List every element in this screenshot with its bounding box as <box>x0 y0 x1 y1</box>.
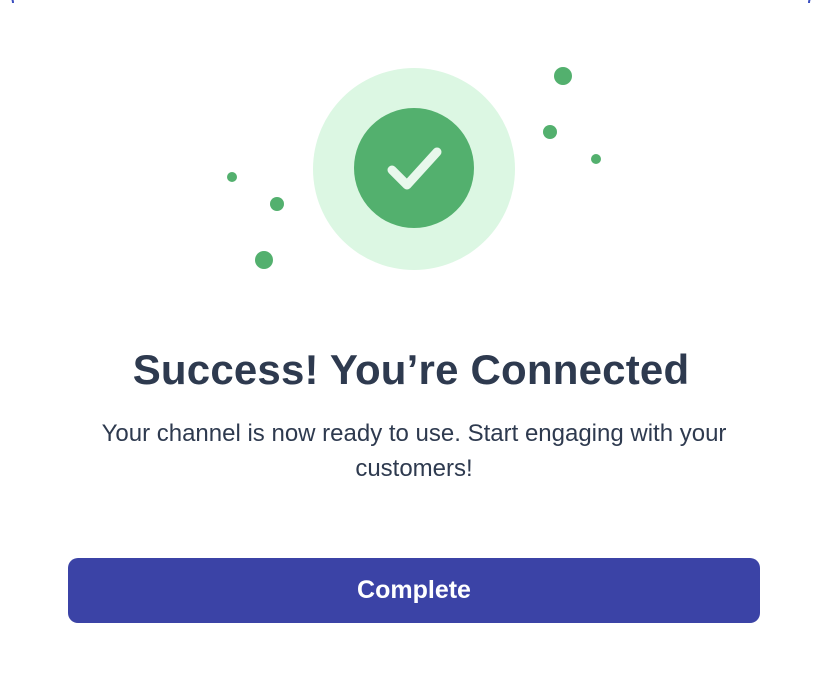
confetti-dot-icon <box>227 172 237 182</box>
confetti-dot-icon <box>554 67 572 85</box>
confetti-dot-icon <box>270 197 284 211</box>
confetti-dot-icon <box>591 154 601 164</box>
modal-subtitle: Your channel is now ready to use. Start … <box>101 420 727 482</box>
success-modal: Success! You’re Connected Your channel i… <box>0 0 822 674</box>
success-illustration <box>0 0 822 300</box>
complete-button[interactable]: Complete <box>68 558 760 623</box>
modal-title: Success! You’re Connected <box>132 346 690 393</box>
confetti-dot-icon <box>543 125 557 139</box>
confetti-dot-icon <box>255 251 273 269</box>
check-icon <box>387 147 442 190</box>
check-circle-icon <box>354 108 474 228</box>
